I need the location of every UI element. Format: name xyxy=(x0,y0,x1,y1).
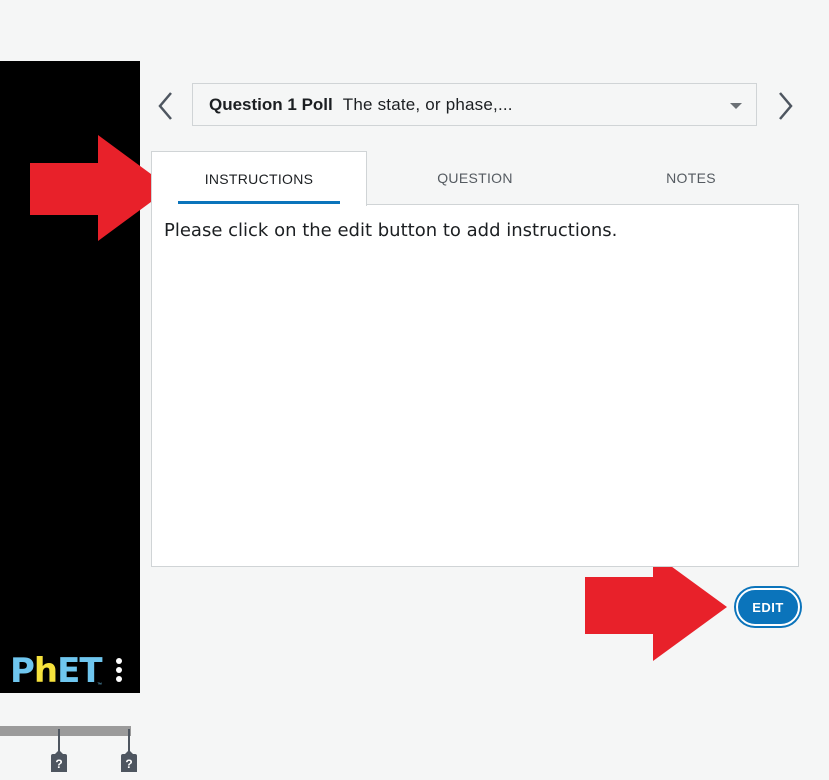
tab-label: NOTES xyxy=(666,170,716,186)
slider-track[interactable] xyxy=(0,726,131,736)
question-preview: The state, or phase,... xyxy=(342,94,513,114)
tab-label: QUESTION xyxy=(437,170,513,186)
active-tab-indicator xyxy=(178,201,340,204)
tab-label: INSTRUCTIONS xyxy=(204,171,314,187)
instructions-text: Please click on the edit button to add i… xyxy=(164,220,618,241)
kebab-menu-icon[interactable] xyxy=(114,656,124,688)
instructions-panel: Please click on the edit button to add i… xyxy=(151,204,799,567)
help-marker-icon[interactable]: ? xyxy=(51,750,67,772)
chevron-right-icon[interactable] xyxy=(774,90,798,122)
tab-notes[interactable]: NOTES xyxy=(583,151,799,205)
dropdown-caret-icon xyxy=(730,103,742,109)
question-select[interactable]: Question 1 Poll The state, or phase,... xyxy=(192,83,757,126)
red-arrow-annotation xyxy=(585,553,727,661)
help-marker-icon[interactable]: ? xyxy=(121,750,137,772)
phet-trademark: ™ xyxy=(97,682,102,688)
chevron-left-icon[interactable] xyxy=(155,90,179,122)
edit-button[interactable]: EDIT xyxy=(736,588,800,626)
tab-question[interactable]: QUESTION xyxy=(367,151,583,205)
question-title: Question 1 Poll xyxy=(209,94,333,114)
tab-instructions[interactable]: INSTRUCTIONS xyxy=(151,151,367,206)
phet-logo: PhET xyxy=(10,651,103,691)
